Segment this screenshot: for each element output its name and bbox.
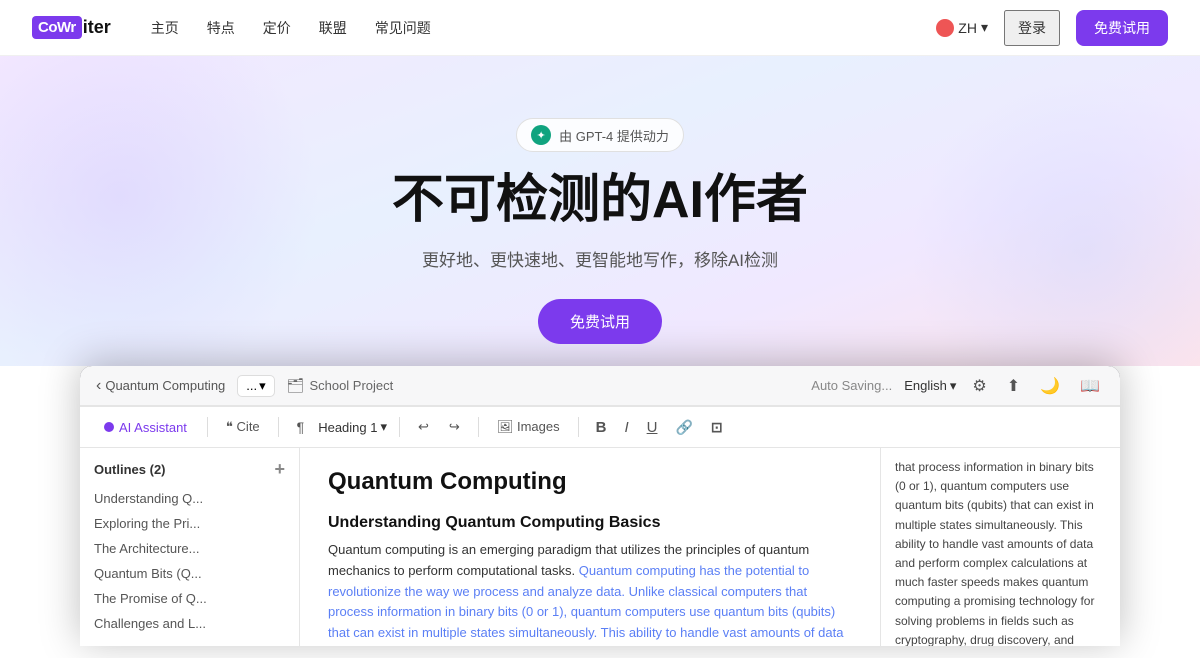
ellipsis-chevron-icon: ▾ xyxy=(259,378,266,394)
outline-item-4[interactable]: Quantum Bits (Q... xyxy=(80,561,299,586)
folder-breadcrumb[interactable]: 🗂 School Project xyxy=(287,377,394,394)
hero-section: ✦ 由 GPT-4 提供动力 不可检测的AI作者 更好地、更快速地、更智能地写作… xyxy=(0,56,1200,366)
outlines-label: Outlines (2) xyxy=(94,462,166,477)
underline-button[interactable]: U xyxy=(642,417,663,438)
hero-subtitle: 更好地、更快速地、更智能地写作，移除AI检测 xyxy=(422,246,778,271)
moon-icon[interactable]: 🌙 xyxy=(1036,374,1064,398)
bold-button[interactable]: B xyxy=(591,417,612,438)
link-button[interactable]: 🔗 xyxy=(670,417,697,438)
heading-label: Heading 1 xyxy=(318,420,377,435)
image-icon: 🖼 xyxy=(497,419,514,434)
nav-pricing[interactable]: 定价 xyxy=(263,18,291,38)
book-icon[interactable]: 📖 xyxy=(1076,374,1104,398)
editor-main-content[interactable]: Quantum Computing Understanding Quantum … xyxy=(300,448,880,646)
lang-flag xyxy=(936,19,954,37)
images-button[interactable]: 🖼 Images xyxy=(491,416,566,438)
images-label: Images xyxy=(517,419,560,434)
nav-affiliate[interactable]: 联盟 xyxy=(319,18,347,38)
hero-cta-button[interactable]: 免费试用 xyxy=(538,299,662,344)
outline-item-2[interactable]: Exploring the Pri... xyxy=(80,511,299,536)
nav-right: ZH ▾ 登录 免费试用 xyxy=(936,10,1168,46)
right-panel: that process information in binary bits … xyxy=(880,448,1120,646)
outline-item-1[interactable]: Understanding Q... xyxy=(80,486,299,511)
ai-assistant-label: AI Assistant xyxy=(119,420,187,435)
outline-item-3[interactable]: The Architecture... xyxy=(80,536,299,561)
logo-box: CoWr xyxy=(32,16,82,39)
logo[interactable]: CoWr iter xyxy=(32,16,111,39)
doc-paragraph: Quantum computing is an emerging paradig… xyxy=(328,540,852,646)
editor-toolbar: AI Assistant ❝ Cite ¶ Heading 1 ▾ ↩ ↪ 🖼 … xyxy=(80,406,1120,448)
paragraph-icon: ¶ xyxy=(291,416,311,438)
settings-icon[interactable]: ⚙ xyxy=(968,374,990,398)
ai-assistant-button[interactable]: AI Assistant xyxy=(96,416,195,439)
free-trial-button[interactable]: 免费试用 xyxy=(1076,10,1168,46)
doc-name-label: Quantum Computing xyxy=(105,378,225,393)
ai-dot-icon xyxy=(104,422,114,432)
back-arrow-icon: ‹ xyxy=(96,377,101,395)
code-button[interactable]: ⊡ xyxy=(706,417,728,438)
italic-button[interactable]: I xyxy=(619,417,633,438)
nav-links: 主页 特点 定价 联盟 常见问题 xyxy=(151,18,431,38)
lang-chevron-icon: ▾ xyxy=(981,19,988,36)
toolbar-separator-1 xyxy=(207,417,208,437)
editor-body: Outlines (2) + Understanding Q... Explor… xyxy=(80,448,1120,646)
folder-icon: 🗂 xyxy=(287,377,305,394)
nav-home[interactable]: 主页 xyxy=(151,18,179,38)
share-icon[interactable]: ⬆ xyxy=(1003,374,1024,398)
ellipsis-button[interactable]: ... ▾ xyxy=(237,375,274,397)
back-navigation[interactable]: ‹ Quantum Computing xyxy=(96,377,225,395)
right-panel-text-1: that process information in binary bits … xyxy=(895,458,1106,646)
editor-lang-label: English xyxy=(904,378,947,393)
gpt-badge: ✦ 由 GPT-4 提供动力 xyxy=(516,118,684,152)
outline-item-6[interactable]: Challenges and L... xyxy=(80,611,299,636)
toolbar-separator-2 xyxy=(278,417,279,437)
outlines-sidebar: Outlines (2) + Understanding Q... Explor… xyxy=(80,448,300,646)
lang-label: ZH xyxy=(958,20,977,36)
gpt-badge-text: 由 GPT-4 提供动力 xyxy=(559,126,669,145)
cite-button[interactable]: ❝ Cite xyxy=(220,416,266,438)
redo-button[interactable]: ↪ xyxy=(443,416,466,438)
document-title: Quantum Computing xyxy=(328,468,852,496)
cite-icon: ❝ xyxy=(226,419,233,434)
editor-titlebar: ‹ Quantum Computing ... ▾ 🗂 School Proje… xyxy=(80,366,1120,406)
section-title: Understanding Quantum Computing Basics xyxy=(328,514,852,532)
titlebar-right: Auto Saving... English ▾ ⚙ ⬆ 🌙 📖 xyxy=(811,374,1104,398)
navbar: CoWr iter 主页 特点 定价 联盟 常见问题 ZH ▾ 登录 免费试用 xyxy=(0,0,1200,56)
toolbar-separator-5 xyxy=(578,417,579,437)
undo-button[interactable]: ↩ xyxy=(412,416,435,438)
outlines-header: Outlines (2) + xyxy=(80,460,299,486)
heading-selector[interactable]: Heading 1 ▾ xyxy=(318,419,387,435)
editor-lang-chevron-icon: ▾ xyxy=(950,378,957,394)
editor-lang-select[interactable]: English ▾ xyxy=(904,378,956,394)
nav-features[interactable]: 特点 xyxy=(207,18,235,38)
auto-saving-status: Auto Saving... xyxy=(811,378,892,393)
hero-title: 不可检测的AI作者 xyxy=(392,172,808,229)
toolbar-separator-3 xyxy=(399,417,400,437)
heading-chevron-icon: ▾ xyxy=(380,419,387,435)
toolbar-separator-4 xyxy=(478,417,479,437)
gpt-icon: ✦ xyxy=(531,125,551,145)
language-button[interactable]: ZH ▾ xyxy=(936,19,988,37)
folder-name: School Project xyxy=(309,378,393,393)
outline-item-5[interactable]: The Promise of Q... xyxy=(80,586,299,611)
login-button[interactable]: 登录 xyxy=(1004,10,1060,46)
add-outline-button[interactable]: + xyxy=(274,460,285,478)
cite-label: Cite xyxy=(237,419,260,434)
logo-rest: iter xyxy=(83,17,111,38)
editor-window: ‹ Quantum Computing ... ▾ 🗂 School Proje… xyxy=(80,366,1120,646)
nav-faq[interactable]: 常见问题 xyxy=(375,18,431,38)
